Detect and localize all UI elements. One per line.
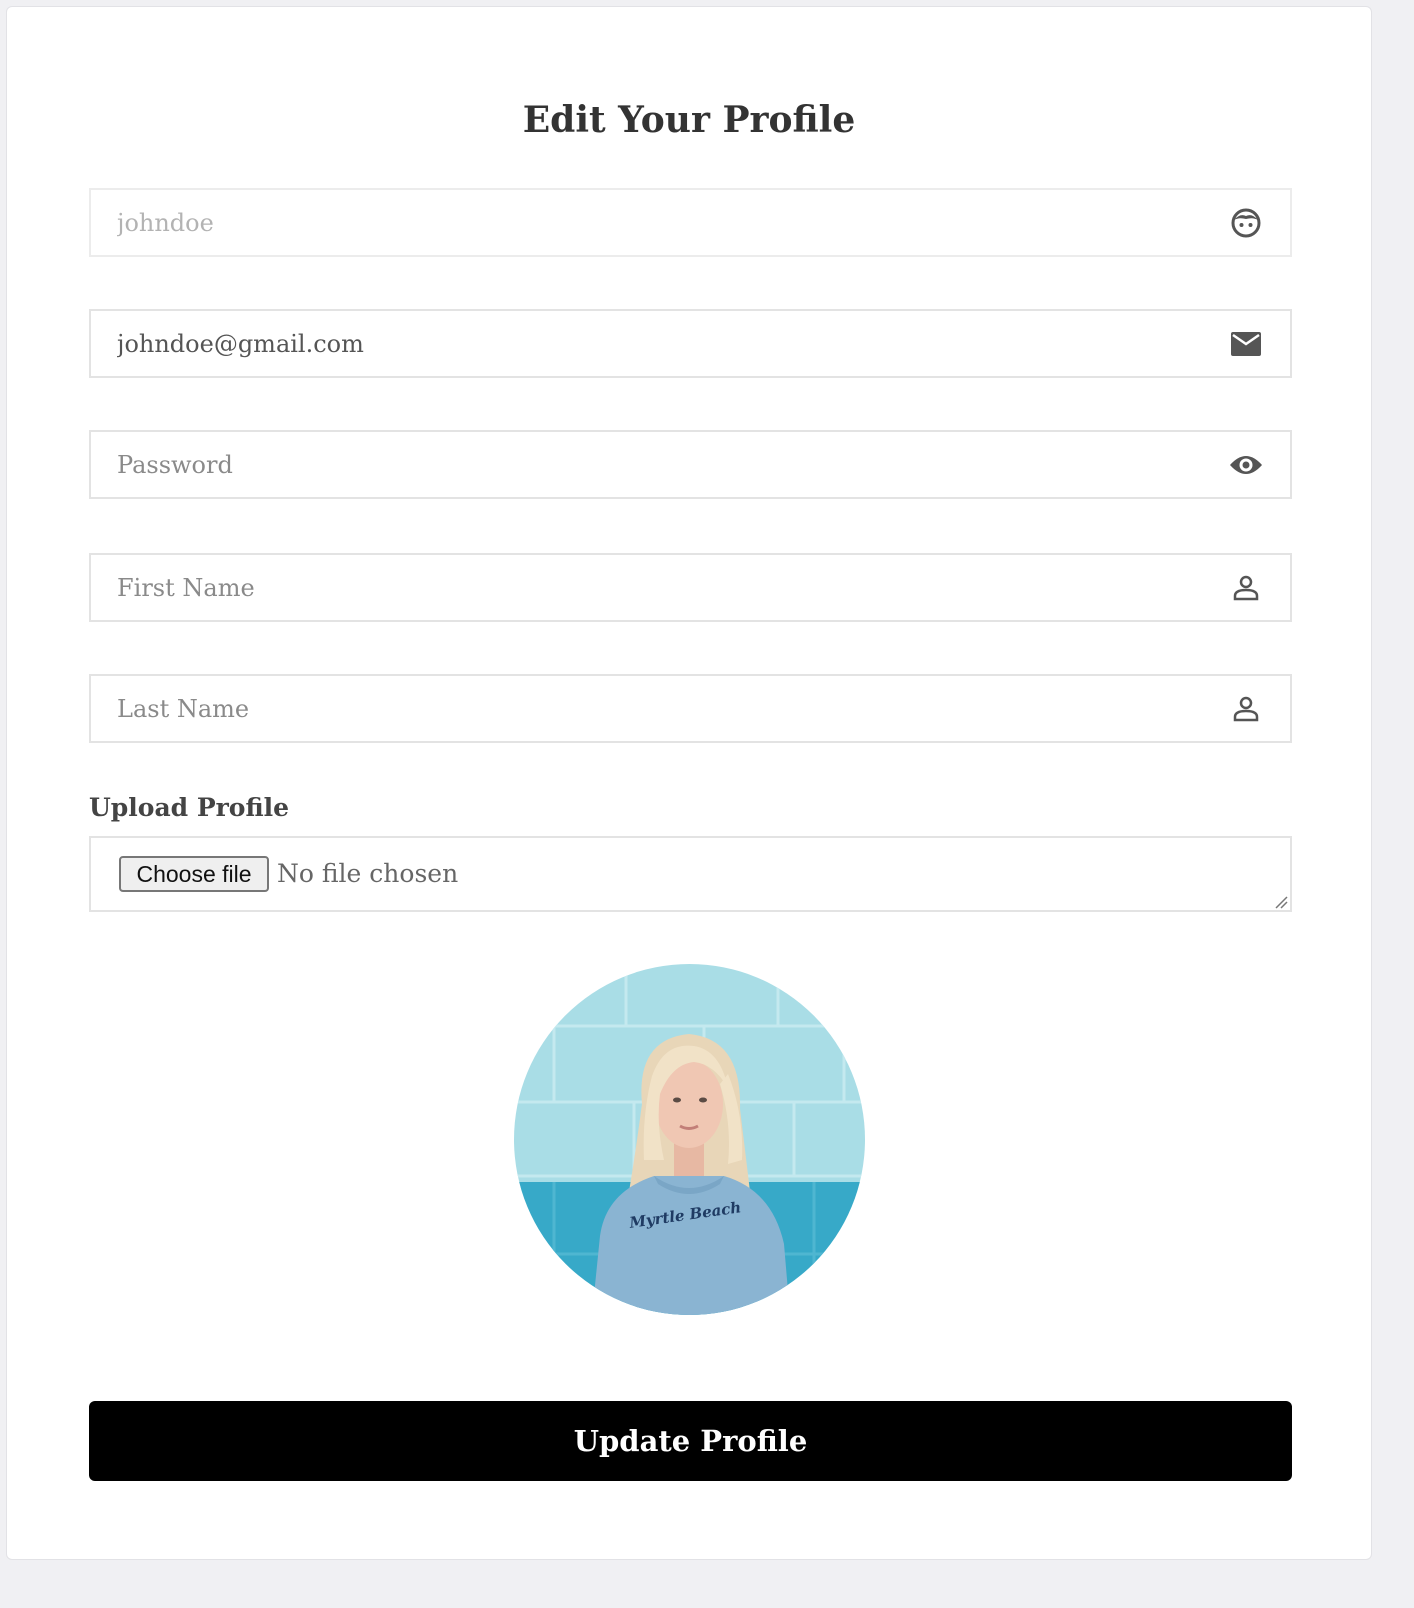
edit-profile-card: Edit Your Profile johndoe johndoe@gmail.… [6,6,1372,1560]
first-name-field[interactable] [89,553,1292,622]
username-field [89,188,1292,257]
file-status-text: No file chosen [277,859,459,888]
first-name-input[interactable] [91,555,1290,620]
last-name-field[interactable] [89,674,1292,743]
email-field[interactable] [89,309,1292,378]
username-input [91,190,1290,255]
face-icon [1228,205,1264,241]
choose-file-button[interactable]: Choose file [119,856,269,892]
resize-handle-icon[interactable] [1274,894,1288,909]
update-profile-button[interactable]: Update Profile [89,1401,1292,1481]
upload-profile-label: Upload Profile [89,793,290,822]
profile-avatar: Myrtle Beach [514,964,865,1315]
password-input[interactable] [91,432,1290,497]
person-icon [1228,691,1264,727]
page-title: Edit Your Profile [522,99,856,141]
file-upload-box[interactable]: Choose file No file chosen [89,836,1292,912]
last-name-input[interactable] [91,676,1290,741]
eye-icon[interactable] [1228,447,1264,483]
person-icon [1228,570,1264,606]
password-field[interactable] [89,430,1292,499]
envelope-icon [1228,326,1264,362]
email-input[interactable] [91,311,1290,376]
